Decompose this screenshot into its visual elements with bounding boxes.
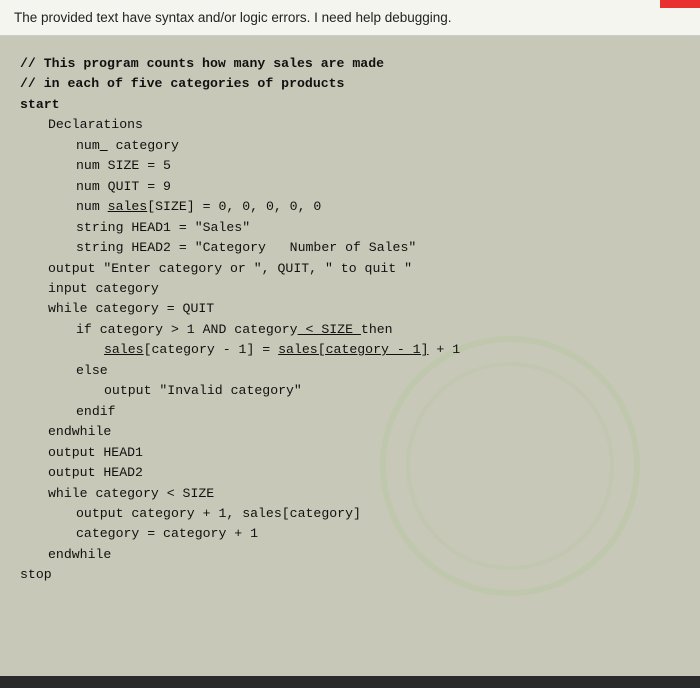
code-line: output "Enter category or ", QUIT, " to …	[20, 259, 680, 279]
code-line: while category < SIZE	[20, 484, 680, 504]
code-line: num category	[20, 136, 680, 156]
code-line: // in each of five categories of product…	[20, 74, 680, 94]
code-line: num QUIT = 9	[20, 177, 680, 197]
red-accent-bar	[660, 0, 700, 8]
code-line: endif	[20, 402, 680, 422]
code-line: num SIZE = 5	[20, 156, 680, 176]
code-line: input category	[20, 279, 680, 299]
topbar-text: he provided text have syntax and/or logi…	[22, 10, 451, 25]
code-line: if category > 1 AND category < SIZE then	[20, 320, 680, 340]
code-line: output "Invalid category"	[20, 381, 680, 401]
code-line: Declarations	[20, 115, 680, 135]
code-line: output HEAD2	[20, 463, 680, 483]
code-line: output category + 1, sales[category]	[20, 504, 680, 524]
code-line: num sales[SIZE] = 0, 0, 0, 0, 0	[20, 197, 680, 217]
code-line: stop	[20, 565, 680, 585]
code-line: // This program counts how many sales ar…	[20, 54, 680, 74]
code-line: category = category + 1	[20, 524, 680, 544]
code-line: start	[20, 95, 680, 115]
code-area: // This program counts how many sales ar…	[0, 36, 700, 676]
code-line: string HEAD1 = "Sales"	[20, 218, 680, 238]
code-line: string HEAD2 = "Category Number of Sales…	[20, 238, 680, 258]
code-line: endwhile	[20, 422, 680, 442]
top-bar: The provided text have syntax and/or log…	[0, 0, 700, 36]
code-line: sales[category - 1] = sales[category - 1…	[20, 340, 680, 360]
code-line: else	[20, 361, 680, 381]
code-line: while category = QUIT	[20, 299, 680, 319]
code-line: endwhile	[20, 545, 680, 565]
code-line: output HEAD1	[20, 443, 680, 463]
